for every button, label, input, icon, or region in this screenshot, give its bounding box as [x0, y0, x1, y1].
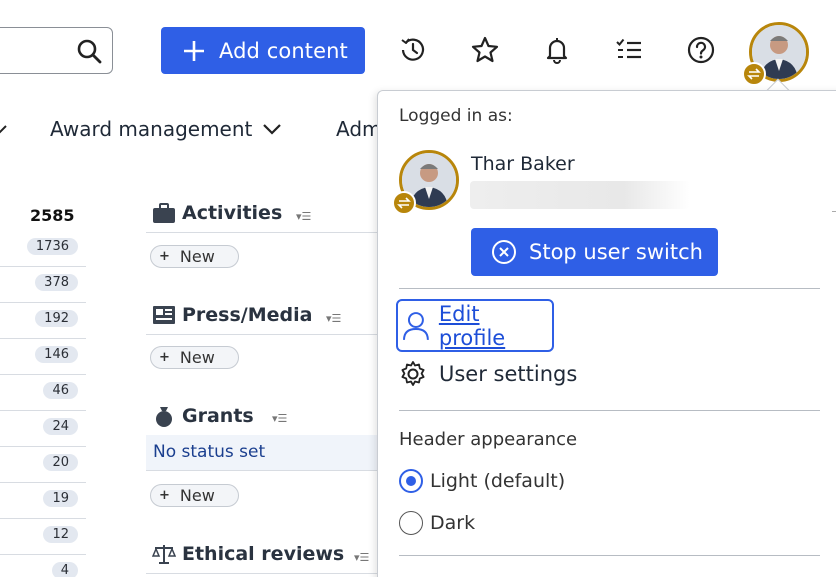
- user-settings-label: User settings: [439, 362, 578, 386]
- user-name: Thar Baker: [471, 153, 575, 175]
- count-badge: 19: [43, 490, 78, 507]
- section-press-media: Press/Media ▾☰ + New: [146, 302, 386, 377]
- table-row[interactable]: 4: [0, 555, 86, 577]
- count-badge: 378: [35, 274, 78, 291]
- count-badge: 192: [35, 310, 78, 327]
- divider: [399, 555, 820, 556]
- user-email-redacted: [470, 181, 690, 209]
- divider: [146, 573, 386, 574]
- count-badge: 20: [43, 454, 78, 471]
- bell-icon[interactable]: [542, 35, 572, 65]
- nav-award-management[interactable]: Award management: [50, 117, 282, 141]
- count-badge: 24: [43, 418, 78, 435]
- count-total: 2585: [30, 206, 75, 225]
- section-grants: Grants ▾☰ No status set + New: [146, 402, 386, 517]
- stop-user-switch-button[interactable]: Stop user switch: [471, 228, 718, 276]
- radio-light-label[interactable]: Light (default): [430, 470, 565, 492]
- help-icon[interactable]: [686, 35, 716, 65]
- new-grant-button[interactable]: + New: [150, 484, 239, 507]
- radio-light[interactable]: [399, 469, 423, 493]
- plus-icon: [184, 40, 204, 61]
- section-title: Activities: [152, 202, 282, 224]
- radio-dark[interactable]: [399, 511, 423, 535]
- add-content-button[interactable]: Add content: [161, 27, 365, 74]
- chevron-down-icon[interactable]: [0, 122, 8, 136]
- new-activity-button[interactable]: + New: [150, 245, 239, 268]
- new-press-media-button[interactable]: + New: [150, 346, 239, 369]
- section-menu-icon[interactable]: ▾☰: [326, 312, 341, 325]
- newspaper-icon: [153, 306, 175, 324]
- user-switch-badge-icon: [742, 62, 766, 86]
- user-settings-link[interactable]: User settings: [399, 360, 577, 388]
- radio-dark-label[interactable]: Dark: [430, 512, 475, 534]
- section-activities: Activities ▾☰ + New: [146, 200, 386, 275]
- section-menu-icon[interactable]: ▾☰: [354, 551, 369, 564]
- tasks-icon[interactable]: [614, 35, 644, 65]
- briefcase-icon: [153, 203, 175, 223]
- table-row[interactable]: 12: [0, 519, 86, 555]
- divider: [399, 410, 820, 411]
- search-icon[interactable]: [76, 38, 102, 64]
- plus-icon: +: [159, 249, 170, 264]
- table-row[interactable]: 19: [0, 483, 86, 519]
- edit-profile-label: Edit profile: [438, 301, 506, 350]
- gear-icon: [401, 361, 425, 386]
- nav-administration[interactable]: Adm: [336, 117, 382, 141]
- count-badge: 146: [35, 346, 78, 363]
- plus-icon: +: [159, 350, 170, 365]
- count-badge: 4: [51, 562, 78, 577]
- section-title: Press/Media: [152, 304, 312, 326]
- table-row[interactable]: 146: [0, 339, 86, 375]
- plus-icon: +: [159, 488, 170, 503]
- history-icon[interactable]: [398, 35, 428, 65]
- table-row[interactable]: 20: [0, 447, 86, 483]
- count-badge: 12: [43, 526, 78, 543]
- section-title: Ethical reviews: [152, 543, 344, 565]
- divider: [146, 232, 386, 233]
- search-input[interactable]: [0, 27, 113, 74]
- table-row[interactable]: 378: [0, 267, 86, 303]
- chevron-down-icon: [263, 124, 282, 135]
- section-title: Grants: [152, 404, 254, 428]
- logged-in-as-label: Logged in as:: [399, 106, 513, 126]
- table-row[interactable]: 1736: [0, 231, 86, 267]
- grant-status-row[interactable]: No status set: [146, 435, 386, 471]
- page: Add content Award management Adm 2585 17…: [0, 0, 836, 577]
- edit-profile-link[interactable]: Edit profile: [396, 299, 554, 352]
- count-badge: 46: [43, 382, 78, 399]
- divider: [146, 334, 386, 335]
- stop-user-switch-label: Stop user switch: [529, 240, 703, 264]
- user-switch-badge-icon: [392, 191, 416, 215]
- scales-icon: [152, 545, 176, 564]
- divider: [832, 211, 836, 212]
- star-icon[interactable]: [470, 35, 500, 65]
- divider: [399, 288, 820, 289]
- close-circle-icon: [492, 240, 516, 264]
- section-menu-icon[interactable]: ▾☰: [296, 210, 311, 223]
- nav-award-label: Award management: [50, 117, 253, 141]
- table-row[interactable]: 46: [0, 375, 86, 411]
- money-bag-icon: [156, 407, 172, 427]
- user-icon: [402, 311, 429, 340]
- table-row[interactable]: 192: [0, 303, 86, 339]
- section-ethical-reviews: Ethical reviews ▾☰: [146, 541, 386, 577]
- table-row[interactable]: 24: [0, 411, 86, 447]
- count-badge: 1736: [26, 238, 78, 255]
- section-menu-icon[interactable]: ▾☰: [272, 412, 287, 425]
- add-content-label: Add content: [219, 38, 348, 63]
- header-appearance-label: Header appearance: [399, 429, 578, 450]
